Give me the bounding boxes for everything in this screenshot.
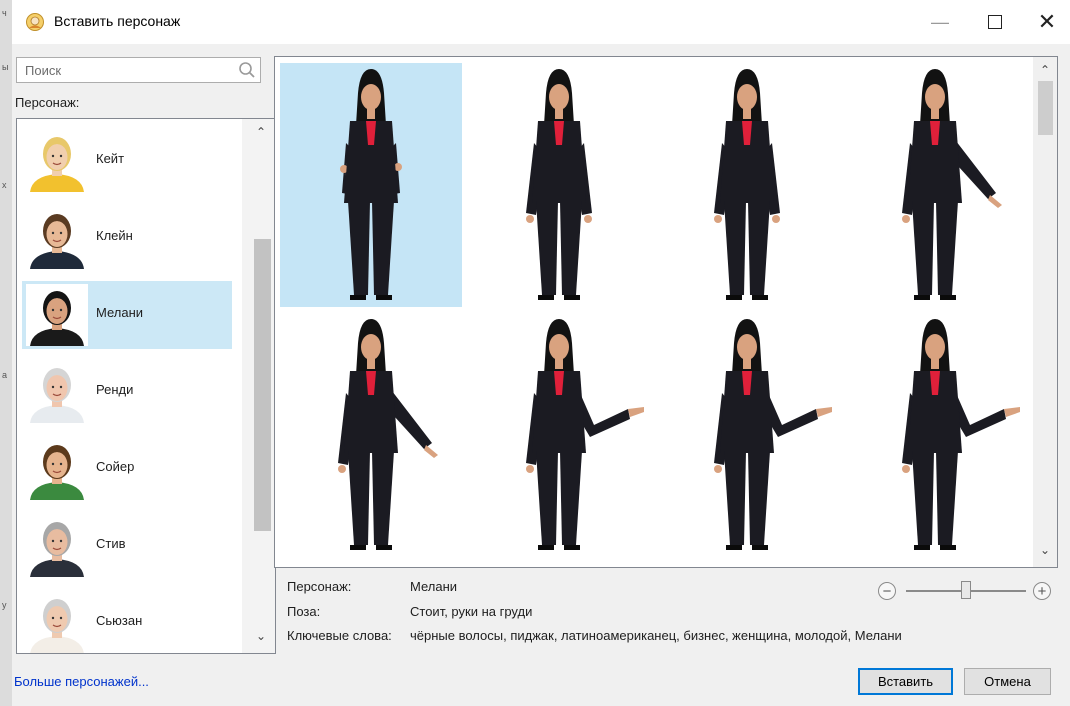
character-item[interactable]: Сьюзан (22, 589, 232, 653)
character-list-scrollbar[interactable]: ⌃ ⌄ (242, 119, 275, 653)
zoom-slider-thumb[interactable] (961, 581, 971, 599)
minimize-icon: — (931, 11, 949, 32)
character-name: Кейт (96, 151, 125, 166)
search-input[interactable] (23, 62, 237, 79)
pose-grid[interactable]: ⌃ ⌄ (274, 56, 1058, 568)
detail-character-value: Мелани (410, 579, 458, 594)
zoom-in-icon[interactable]: + (1033, 582, 1051, 600)
scrollbar-thumb[interactable] (1038, 81, 1053, 135)
cancel-button[interactable]: Отмена (964, 668, 1051, 695)
maximize-button[interactable] (972, 0, 1018, 44)
detail-pose-value: Стоит, руки на груди (410, 604, 533, 619)
scrollbar-thumb[interactable] (254, 239, 271, 531)
close-button[interactable]: ✕ (1024, 0, 1070, 44)
detail-keywords-value: чёрные волосы, пиджак, латиноамериканец,… (410, 628, 902, 643)
pose-thumbnail[interactable] (468, 313, 650, 557)
pose-grid-scrollbar[interactable]: ⌃ ⌄ (1033, 57, 1057, 567)
pose-thumbnail[interactable] (656, 63, 838, 307)
scroll-down-icon[interactable]: ⌄ (256, 629, 266, 643)
detail-keywords-label: Ключевые слова: (287, 628, 392, 643)
pose-thumbnail[interactable] (280, 63, 462, 307)
character-name: Стив (96, 536, 126, 551)
character-item[interactable]: Ренди (22, 358, 232, 426)
avatar (26, 592, 88, 653)
zoom-out-icon[interactable]: − (878, 582, 896, 600)
character-list-label: Персонаж: (15, 95, 80, 110)
avatar (26, 207, 88, 269)
avatar (26, 284, 88, 346)
window-title: Вставить персонаж (54, 13, 181, 29)
scroll-up-icon[interactable]: ⌃ (1040, 63, 1050, 77)
scroll-down-icon[interactable]: ⌄ (1040, 543, 1050, 557)
detail-character-label: Персонаж: (287, 579, 352, 594)
character-item[interactable]: Клейн (22, 204, 232, 272)
pose-thumbnail[interactable] (468, 63, 650, 307)
character-name: Сьюзан (96, 613, 143, 628)
pose-thumbnail[interactable] (844, 63, 1026, 307)
pose-thumbnail[interactable] (280, 313, 462, 557)
insert-button[interactable]: Вставить (858, 668, 953, 695)
search-field[interactable] (16, 57, 261, 83)
pose-thumbnail[interactable] (844, 313, 1026, 557)
character-item[interactable]: Кейт (22, 127, 232, 195)
maximize-icon (988, 15, 1002, 29)
close-icon: ✕ (1037, 9, 1057, 34)
character-item[interactable]: Сойер (22, 435, 232, 503)
detail-pose-label: Поза: (287, 604, 321, 619)
character-item[interactable]: Мелани (22, 281, 232, 349)
character-name: Клейн (96, 228, 133, 243)
character-icon (26, 13, 44, 31)
character-item[interactable]: Стив (22, 512, 232, 580)
character-name: Ренди (96, 382, 134, 397)
avatar (26, 361, 88, 423)
character-name: Мелани (96, 305, 144, 320)
avatar (26, 130, 88, 192)
search-icon[interactable] (238, 61, 256, 79)
title-bar: Вставить персонаж — ✕ (12, 0, 1070, 44)
scroll-up-icon[interactable]: ⌃ (256, 125, 266, 139)
character-list[interactable]: Кейт Клейн Мелани Ренди Сойер Стив Сьюзан ⌃ ⌄ (16, 118, 276, 654)
character-name: Сойер (96, 459, 135, 474)
minimize-button[interactable]: — (917, 0, 963, 44)
pose-thumbnail[interactable] (656, 313, 838, 557)
avatar (26, 515, 88, 577)
more-characters-link[interactable]: Больше персонажей... (14, 674, 149, 689)
avatar (26, 438, 88, 500)
